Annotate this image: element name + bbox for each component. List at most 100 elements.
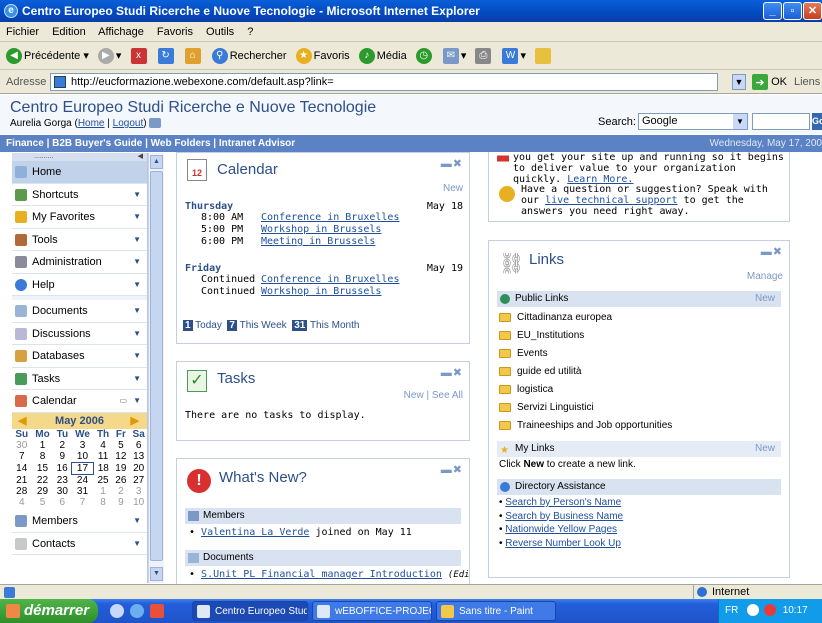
sidebar-item-administration[interactable]: Administration ▼ [12, 251, 147, 274]
directory-item[interactable]: • Reverse Number Look Up [499, 537, 621, 550]
tray-icon-1[interactable] [747, 604, 760, 617]
calendar-day[interactable]: 6 [129, 440, 148, 451]
quicklaunch-ie-icon[interactable] [110, 604, 124, 618]
taskbar-paint-window[interactable]: Sans titre - Paint [436, 601, 556, 621]
forward-button[interactable]: ▶ ▾ [97, 42, 121, 70]
event-link[interactable]: Conference in Bruxelles [261, 212, 399, 223]
tray-icon-2[interactable] [763, 604, 776, 617]
calendar-day[interactable]: 13 [129, 451, 148, 463]
view-this-week[interactable]: 7 This Week [227, 320, 287, 331]
links-toolbar-label[interactable]: Liens [794, 76, 820, 88]
sidebar-item-tasks[interactable]: Tasks ▼ [12, 367, 147, 390]
calendar-day[interactable]: 1 [31, 440, 53, 451]
panel-buttons[interactable]: ▬✖ [441, 366, 463, 379]
calendar-day[interactable]: 5 [31, 497, 53, 508]
directory-link[interactable]: Nationwide Yellow Pages [505, 524, 617, 535]
quicklaunch-browser-icon[interactable] [130, 604, 144, 618]
menu-fichier[interactable]: Fichier [6, 26, 39, 38]
event-link[interactable]: Workshop in Brussels [261, 286, 381, 297]
menu-edition[interactable]: Edition [52, 26, 86, 38]
calendar-day[interactable]: 24 [71, 474, 94, 486]
taskbar-weboffice-window[interactable]: wEBOFFICE-PROJEC... [312, 601, 432, 621]
calendar-day[interactable]: 27 [129, 474, 148, 486]
prev-month-icon[interactable]: ◀ [18, 413, 26, 429]
print-button[interactable]: ⎙ [475, 42, 493, 70]
history-button[interactable]: ◷ [415, 42, 434, 70]
calendar-day[interactable]: 10 [129, 497, 148, 508]
sidebar-item-tools[interactable]: Tools ▼ [12, 228, 147, 251]
calendar-day[interactable]: 11 [94, 451, 113, 463]
taskbar-ie-window[interactable]: Centro Europeo Studi... [192, 601, 308, 621]
go-button[interactable]: ➜ OK [752, 73, 787, 91]
chevron-down-icon[interactable]: ▼ [133, 533, 141, 555]
calendar-day[interactable]: 30 [12, 440, 31, 451]
calendar-day[interactable]: 7 [12, 451, 31, 463]
messenger-button[interactable] [535, 42, 553, 70]
calendar-day[interactable]: 28 [12, 486, 31, 497]
menu-favoris[interactable]: Favoris [157, 26, 193, 38]
calendar-day[interactable]: 1 [94, 486, 113, 497]
window-titlebar[interactable]: e Centro Europeo Studi Ricerche e Nuove … [0, 0, 822, 22]
calendar-day[interactable]: 21 [12, 474, 31, 486]
calendar-day[interactable]: 30 [53, 486, 71, 497]
directory-item[interactable]: • Search by Business Name [499, 510, 623, 523]
public-link-item[interactable]: Cittadinanza europea [499, 309, 612, 327]
site-search-go-button[interactable]: Go [812, 113, 822, 130]
calendar-day[interactable]: 4 [94, 440, 113, 451]
calendar-day[interactable]: 16 [53, 462, 71, 474]
chevron-down-icon[interactable]: ▼ [133, 300, 141, 322]
live-support-link[interactable]: live technical support [545, 195, 677, 206]
search-engine-select[interactable]: Google ▼ [638, 113, 748, 130]
quicklaunch-app-icon[interactable] [150, 604, 164, 618]
sidebar-item-help[interactable]: Help ▼ [12, 273, 147, 296]
links-manage-link[interactable]: Manage [747, 271, 783, 282]
sidebar-item-calendar[interactable]: Calendar ▭ ▼ [12, 390, 147, 413]
event-link[interactable]: Conference in Bruxelles [261, 274, 399, 285]
chevron-down-icon[interactable]: ▼ [133, 206, 141, 228]
minimize-icon[interactable]: ▭ [119, 390, 127, 412]
calendar-day[interactable]: 2 [112, 486, 129, 497]
view-this-month[interactable]: 31 This Month [292, 320, 359, 331]
calendar-day[interactable]: 31 [71, 486, 94, 497]
refresh-button[interactable]: ↻ [157, 42, 176, 70]
directory-link[interactable]: Search by Business Name [505, 511, 623, 522]
menu-outils[interactable]: Outils [206, 26, 234, 38]
directory-link[interactable]: Reverse Number Look Up [505, 538, 621, 549]
public-link-item[interactable]: Traineeships and Job opportunities [499, 417, 672, 435]
chevron-down-icon[interactable]: ▼ [133, 229, 141, 251]
calendar-day[interactable]: 10 [71, 451, 94, 463]
calendar-day[interactable]: 17 [70, 461, 95, 475]
scroll-down-icon[interactable]: ▼ [150, 567, 163, 581]
calendar-day[interactable]: 12 [112, 451, 129, 463]
address-dropdown[interactable]: ▼ [732, 74, 746, 90]
maximize-button[interactable]: ▫ [783, 2, 802, 20]
chevron-down-icon[interactable]: ▼ [133, 368, 141, 390]
home-link[interactable]: Home [78, 118, 105, 129]
minimize-button[interactable]: _ [763, 2, 782, 20]
edit-button[interactable]: W ▾ [502, 42, 526, 70]
member-link[interactable]: Valentina La Verde [201, 527, 309, 538]
back-button[interactable]: ◀ Précédente ▾ [6, 42, 89, 70]
calendar-day[interactable]: 19 [112, 462, 129, 474]
event-link[interactable]: Workshop in Brussels [261, 224, 381, 235]
close-button[interactable]: ✕ [803, 2, 822, 20]
calendar-day[interactable]: 9 [53, 451, 71, 463]
tasks-see-all-link[interactable]: See All [432, 390, 463, 401]
calendar-day[interactable]: 26 [112, 474, 129, 486]
chevron-down-icon[interactable]: ▼ [133, 184, 141, 206]
home-button[interactable]: ⌂ [184, 42, 203, 70]
chevron-down-icon[interactable]: ▼ [133, 390, 141, 412]
start-button[interactable]: démarrer [0, 599, 98, 623]
public-link-item[interactable]: Events [499, 345, 548, 363]
favorites-button[interactable]: ★ Favoris [295, 42, 350, 70]
sidebar-item-favorites[interactable]: My Favorites ▼ [12, 206, 147, 229]
calendar-day[interactable]: 22 [31, 474, 53, 486]
calendar-day[interactable]: 14 [12, 462, 31, 474]
mail-button[interactable]: ✉ ▾ [442, 42, 466, 70]
sidebar-item-shortcuts[interactable]: Shortcuts ▼ [12, 183, 147, 206]
directory-item[interactable]: • Nationwide Yellow Pages [499, 523, 617, 536]
calendar-day[interactable]: 5 [112, 440, 129, 451]
sidebar-item-databases[interactable]: Databases ▼ [12, 345, 147, 368]
site-search-input[interactable] [752, 113, 810, 130]
logout-link[interactable]: Logout [113, 118, 144, 129]
